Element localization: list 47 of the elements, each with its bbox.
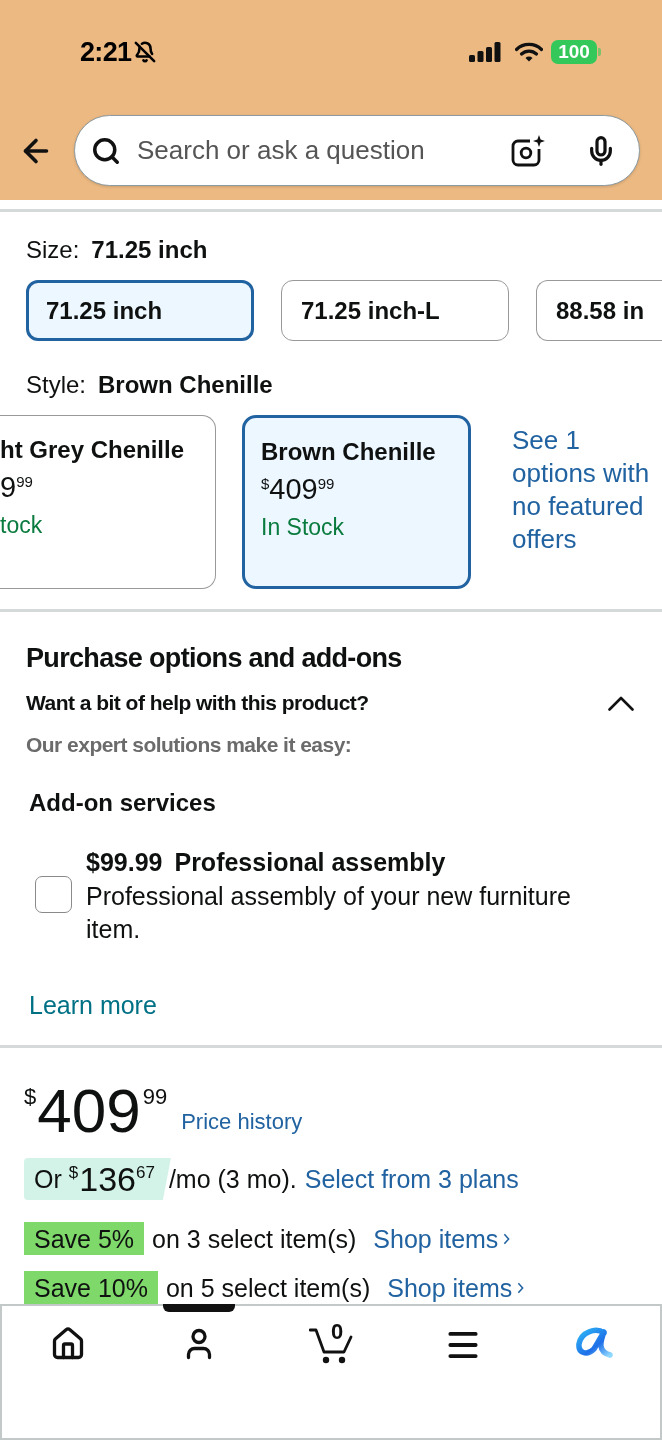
savings-text: on 3 select item(s) [152, 1223, 357, 1254]
search-field[interactable]: Search or ask a question [74, 115, 640, 186]
section-note: Our expert solutions make it easy: [26, 732, 353, 758]
chevron-right-icon [517, 1281, 525, 1294]
addon-checkbox[interactable] [35, 876, 72, 913]
swirl-logo-icon [574, 1326, 615, 1360]
stock-status: tock [0, 511, 43, 539]
battery-percentage: 100 [558, 42, 590, 62]
savings-badge: Save 5% [24, 1222, 145, 1255]
camera-sparkle-icon[interactable] [511, 134, 545, 167]
installment-term: /mo (3 mo). [168, 1164, 297, 1194]
bell-off-icon [134, 41, 157, 63]
clock-time: 2:21 [80, 36, 132, 68]
see-options-link[interactable]: See 1 options with no featured offers [512, 424, 662, 556]
savings-badge: Save 10% [24, 1271, 158, 1304]
shop-items-link[interactable]: Shop items [387, 1272, 525, 1303]
wifi-icon [515, 42, 543, 62]
section-title: Purchase options and add-ons [26, 642, 403, 675]
addon-price: $99.99 [86, 847, 163, 877]
size-label: Size: [26, 235, 80, 265]
size-value: 71.25 inch [91, 235, 208, 265]
stock-status: In Stock [261, 513, 345, 541]
style-value: Brown Chenille [98, 370, 273, 400]
price-history-link[interactable]: Price history [181, 1109, 303, 1135]
chevron-up-icon[interactable] [608, 695, 634, 711]
savings-text: on 5 select item(s) [165, 1272, 371, 1303]
chevron-right-icon [503, 1232, 511, 1245]
cart-count: 0 [331, 1320, 344, 1344]
learn-more-link[interactable]: Learn more [29, 990, 157, 1020]
shop-items-link[interactable]: Shop items [373, 1223, 511, 1254]
addon-description: Professional assembly of your new furniture item. [86, 881, 572, 945]
option-name: ht Grey Chenille [0, 435, 185, 465]
size-option-button[interactable]: 71.25 inch-L [281, 280, 509, 341]
size-option-button[interactable]: 88.58 in [536, 280, 662, 341]
option-name: Brown Chenille [261, 437, 436, 467]
style-label: Style: [26, 370, 87, 400]
cart-tab[interactable]: 0 [265, 1306, 397, 1386]
section-subtitle: Want a bit of help with this product? [26, 690, 369, 716]
select-plans-link[interactable]: Select from 3 plans [304, 1164, 519, 1194]
addons-heading: Add-on services [29, 788, 217, 818]
cart-icon [309, 1326, 353, 1364]
size-option-button[interactable]: 71.25 inch [26, 280, 254, 341]
installment-prefix: Or [34, 1164, 62, 1194]
search-input[interactable]: Search or ask a question [137, 131, 511, 170]
signal-bars-icon [469, 42, 501, 62]
search-icon [91, 135, 121, 166]
addon-name: Professional assembly [174, 847, 446, 877]
